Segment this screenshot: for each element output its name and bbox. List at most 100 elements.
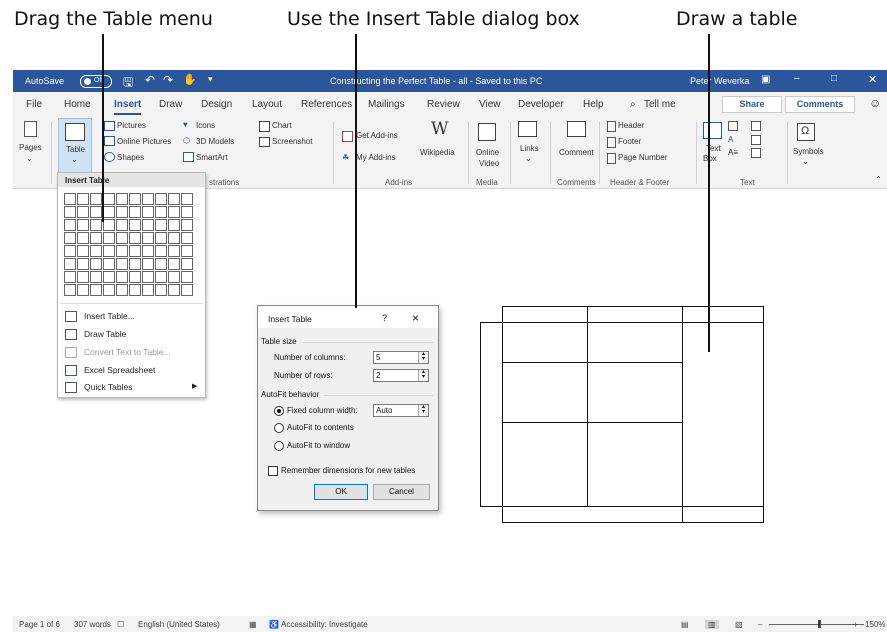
tab-design[interactable]: Design <box>201 99 232 110</box>
menu-item-excel-spreadsheet[interactable]: Excel Spreadsheet <box>84 365 155 375</box>
table-button[interactable]: Table ⌄ <box>58 118 92 174</box>
grid-cell[interactable] <box>77 219 89 231</box>
smiley-icon[interactable]: ☺ <box>869 96 881 110</box>
online-video-label-2[interactable]: Video <box>479 159 499 168</box>
undo-icon[interactable]: ↶ <box>145 73 155 87</box>
spinner-arrows-icon[interactable]: ▴ ▾ <box>418 351 428 363</box>
comments-button[interactable]: Comments <box>785 96 855 113</box>
grid-cell[interactable] <box>142 206 154 218</box>
grid-cell[interactable] <box>90 258 102 270</box>
grid-cell[interactable] <box>103 245 115 257</box>
grid-cell[interactable] <box>129 245 141 257</box>
collapse-ribbon-icon[interactable]: ⌃ <box>875 175 882 184</box>
grid-cell[interactable] <box>155 193 167 205</box>
autosave-toggle[interactable]: Off <box>80 75 112 88</box>
grid-cell[interactable] <box>103 193 115 205</box>
proofing-icon[interactable]: ☐ <box>117 620 124 629</box>
grid-cell[interactable] <box>181 219 193 231</box>
grid-cell[interactable] <box>168 245 180 257</box>
3d-models-button[interactable]: 3D Models <box>196 137 234 146</box>
autofit-contents-radio[interactable] <box>274 423 284 433</box>
online-video-label-1[interactable]: Online <box>476 148 499 157</box>
grid-cell[interactable] <box>155 271 167 283</box>
grid-cell[interactable] <box>181 232 193 244</box>
menu-item-draw-table[interactable]: Draw Table <box>84 329 126 339</box>
grid-cell[interactable] <box>129 206 141 218</box>
word-count[interactable]: 307 words <box>74 620 111 629</box>
grid-cell[interactable] <box>64 245 76 257</box>
shapes-button[interactable]: Shapes <box>117 153 144 162</box>
grid-cell[interactable] <box>181 206 193 218</box>
tell-me[interactable]: Tell me <box>644 99 676 110</box>
drop-cap-icon[interactable]: A≡ <box>728 148 738 157</box>
grid-cell[interactable] <box>77 284 89 296</box>
chart-button[interactable]: Chart <box>272 121 292 130</box>
grid-cell[interactable] <box>168 271 180 283</box>
date-time-icon[interactable] <box>751 135 761 145</box>
tab-home[interactable]: Home <box>64 99 91 110</box>
tab-draw[interactable]: Draw <box>159 99 182 110</box>
fixed-width-radio[interactable] <box>274 406 284 416</box>
accessibility-status[interactable]: Accessibility: Investigate <box>281 620 368 629</box>
grid-cell[interactable] <box>129 219 141 231</box>
grid-cell[interactable] <box>142 284 154 296</box>
maximize-icon[interactable]: □ <box>831 73 837 84</box>
tab-file[interactable]: File <box>26 99 42 110</box>
signature-line-icon[interactable] <box>751 121 761 131</box>
grid-cell[interactable] <box>103 219 115 231</box>
header-button[interactable]: Header <box>618 121 644 130</box>
help-button[interactable]: ? <box>382 313 387 323</box>
grid-cell[interactable] <box>64 271 76 283</box>
grid-cell[interactable] <box>64 232 76 244</box>
grid-cell[interactable] <box>155 206 167 218</box>
wikipedia-button[interactable]: Wikipedia <box>420 148 455 157</box>
grid-cell[interactable] <box>168 258 180 270</box>
grid-cell[interactable] <box>77 206 89 218</box>
grid-cell[interactable] <box>90 245 102 257</box>
tab-mailings[interactable]: Mailings <box>368 99 405 110</box>
grid-cell[interactable] <box>77 258 89 270</box>
wordart-icon[interactable]: A <box>728 135 733 144</box>
grid-cell[interactable] <box>142 232 154 244</box>
grid-cell[interactable] <box>181 245 193 257</box>
redo-icon[interactable]: ↷ <box>163 73 173 87</box>
grid-cell[interactable] <box>116 206 128 218</box>
save-icon[interactable]: 🖫 <box>123 73 133 94</box>
dialog-close-button[interactable]: × <box>412 311 419 325</box>
ribbon-display-icon[interactable]: ▣ <box>761 74 770 85</box>
grid-cell[interactable] <box>90 206 102 218</box>
icons-button[interactable]: Icons <box>196 121 215 130</box>
links-button[interactable]: Links <box>520 144 539 153</box>
smartart-button[interactable]: SmartArt <box>196 153 228 162</box>
grid-cell[interactable] <box>116 193 128 205</box>
grid-cell[interactable] <box>181 193 193 205</box>
grid-cell[interactable] <box>155 284 167 296</box>
grid-cell[interactable] <box>155 245 167 257</box>
grid-cell[interactable] <box>142 245 154 257</box>
grid-cell[interactable] <box>90 271 102 283</box>
pages-button[interactable]: Pages <box>19 143 42 152</box>
grid-cell[interactable] <box>116 219 128 231</box>
fixed-width-spinner[interactable]: Auto ▴ ▾ <box>373 404 429 417</box>
pictures-button[interactable]: Pictures <box>117 121 146 130</box>
grid-cell[interactable] <box>168 219 180 231</box>
symbols-chevron-icon[interactable]: ⌄ <box>802 157 809 166</box>
zoom-level[interactable]: 150% <box>865 620 885 629</box>
grid-cell[interactable] <box>64 219 76 231</box>
grid-cell[interactable] <box>77 193 89 205</box>
object-icon[interactable] <box>751 148 761 158</box>
grid-cell[interactable] <box>129 284 141 296</box>
grid-cell[interactable] <box>142 258 154 270</box>
grid-cell[interactable] <box>142 193 154 205</box>
focus-mode-icon[interactable]: ▤ <box>681 620 689 629</box>
spinner-arrows-icon[interactable]: ▴ ▾ <box>418 404 428 416</box>
grid-cell[interactable] <box>116 284 128 296</box>
cancel-button[interactable]: Cancel <box>373 484 430 500</box>
grid-cell[interactable] <box>129 271 141 283</box>
get-addins-button[interactable]: Get Add-ins <box>356 131 398 140</box>
remember-dimensions-checkbox[interactable] <box>268 466 278 476</box>
grid-cell[interactable] <box>64 258 76 270</box>
grid-cell[interactable] <box>168 232 180 244</box>
close-icon[interactable]: ✕ <box>868 73 877 86</box>
user-name[interactable]: Peter Weverka <box>690 76 749 86</box>
